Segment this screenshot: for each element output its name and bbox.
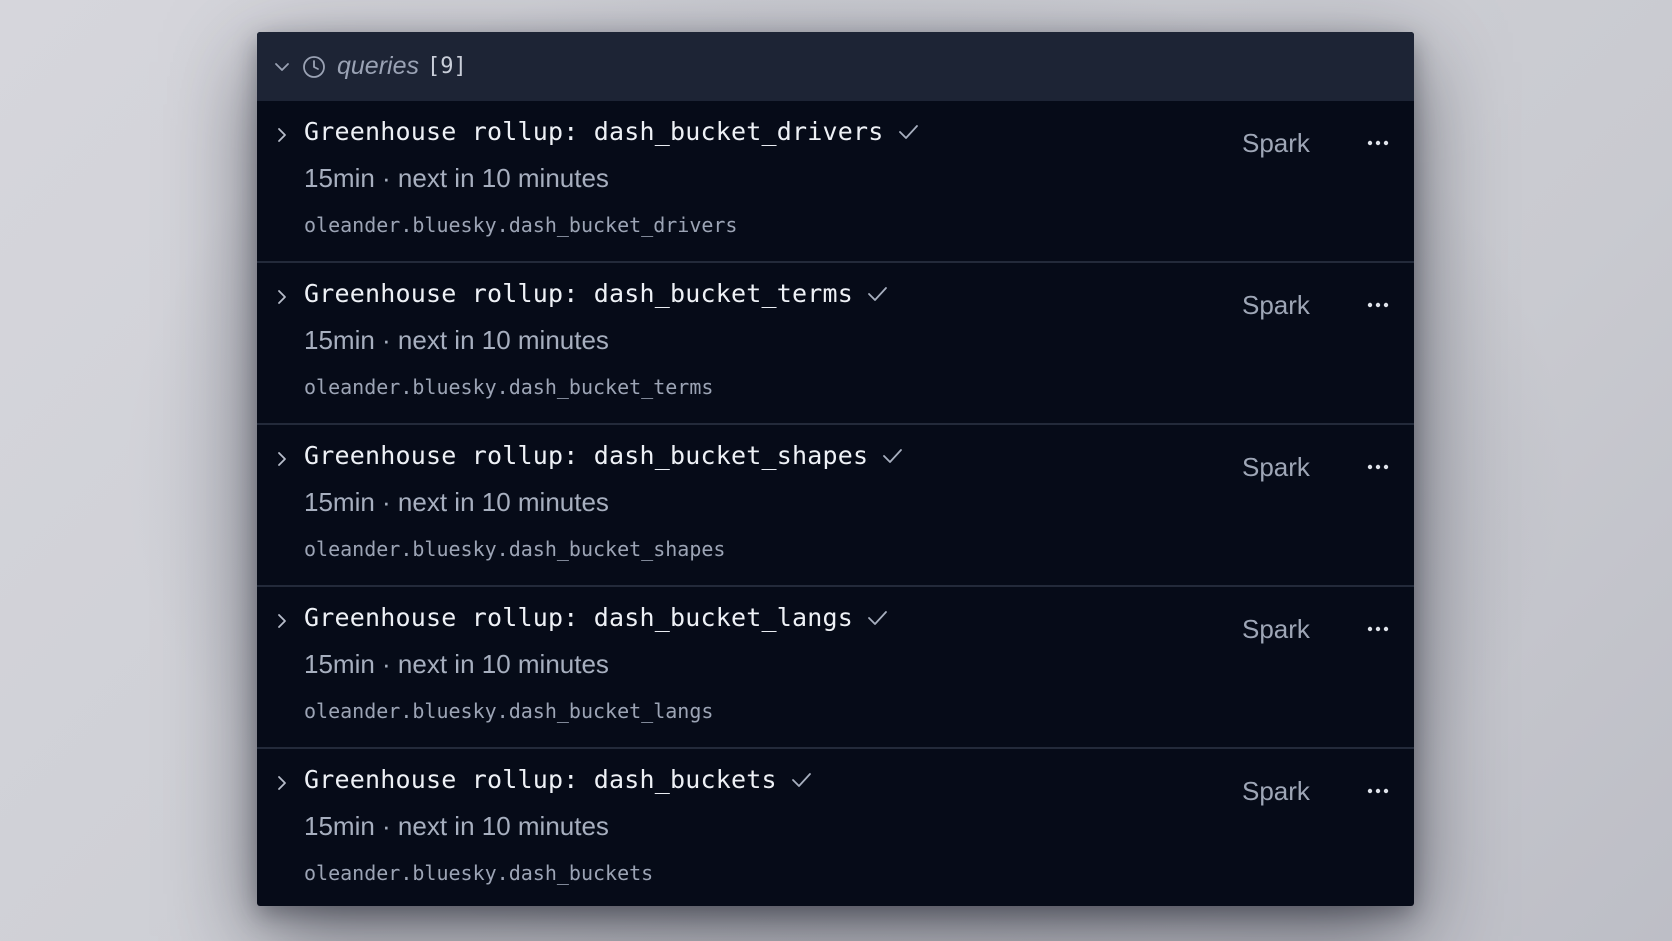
- query-title-line: Greenhouse rollup: dash_bucket_drivers: [304, 117, 920, 146]
- checkmark-icon: [880, 444, 904, 468]
- query-table-path: oleander.bluesky.dash_bucket_langs: [304, 699, 714, 723]
- query-count-badge: [9]: [427, 54, 467, 79]
- query-row[interactable]: Greenhouse rollup: dash_bucket_terms 15m…: [257, 263, 1414, 425]
- query-engine: Spark: [1242, 290, 1310, 320]
- query-table-path: oleander.bluesky.dash_buckets: [304, 861, 654, 885]
- queries-panel-header[interactable]: queries [9]: [257, 32, 1414, 101]
- panel-title: queries: [337, 52, 419, 80]
- query-title-line: Greenhouse rollup: dash_buckets: [304, 765, 813, 794]
- query-title[interactable]: Greenhouse rollup: dash_buckets: [304, 765, 777, 794]
- query-schedule: 15min · next in 10 minutes: [304, 649, 609, 679]
- chevron-right-icon[interactable]: [273, 126, 291, 144]
- checkmark-icon: [896, 120, 920, 144]
- more-options-icon[interactable]: [1363, 617, 1393, 641]
- query-row[interactable]: Greenhouse rollup: dash_buckets 15min · …: [257, 749, 1414, 906]
- query-engine: Spark: [1242, 776, 1310, 806]
- query-engine: Spark: [1242, 452, 1310, 482]
- more-options-icon[interactable]: [1363, 779, 1393, 803]
- query-engine: Spark: [1242, 128, 1310, 158]
- checkmark-icon: [865, 282, 889, 306]
- query-row[interactable]: Greenhouse rollup: dash_bucket_shapes 15…: [257, 425, 1414, 587]
- more-options-icon[interactable]: [1363, 455, 1393, 479]
- query-title[interactable]: Greenhouse rollup: dash_bucket_drivers: [304, 117, 884, 146]
- more-options-icon[interactable]: [1363, 131, 1393, 155]
- query-row[interactable]: Greenhouse rollup: dash_bucket_drivers 1…: [257, 101, 1414, 263]
- query-schedule: 15min · next in 10 minutes: [304, 163, 609, 193]
- query-table-path: oleander.bluesky.dash_bucket_terms: [304, 375, 714, 399]
- queries-panel: queries [9] Greenhouse rollup: dash_buck…: [257, 32, 1414, 906]
- query-title[interactable]: Greenhouse rollup: dash_bucket_terms: [304, 279, 853, 308]
- query-title[interactable]: Greenhouse rollup: dash_bucket_langs: [304, 603, 853, 632]
- query-schedule: 15min · next in 10 minutes: [304, 487, 609, 517]
- query-title[interactable]: Greenhouse rollup: dash_bucket_shapes: [304, 441, 868, 470]
- checkmark-icon: [865, 606, 889, 630]
- query-schedule: 15min · next in 10 minutes: [304, 325, 609, 355]
- query-list: Greenhouse rollup: dash_bucket_drivers 1…: [257, 101, 1414, 906]
- chevron-right-icon[interactable]: [273, 612, 291, 630]
- chevron-right-icon[interactable]: [273, 288, 291, 306]
- query-engine: Spark: [1242, 614, 1310, 644]
- more-options-icon[interactable]: [1363, 293, 1393, 317]
- query-title-line: Greenhouse rollup: dash_bucket_langs: [304, 603, 889, 632]
- query-row[interactable]: Greenhouse rollup: dash_bucket_langs 15m…: [257, 587, 1414, 749]
- chevron-right-icon[interactable]: [273, 774, 291, 792]
- chevron-down-icon[interactable]: [273, 58, 291, 76]
- query-title-line: Greenhouse rollup: dash_bucket_shapes: [304, 441, 904, 470]
- chevron-right-icon[interactable]: [273, 450, 291, 468]
- clock-icon: [301, 54, 327, 80]
- query-schedule: 15min · next in 10 minutes: [304, 811, 609, 841]
- checkmark-icon: [789, 768, 813, 792]
- query-title-line: Greenhouse rollup: dash_bucket_terms: [304, 279, 889, 308]
- query-table-path: oleander.bluesky.dash_bucket_shapes: [304, 537, 726, 561]
- query-table-path: oleander.bluesky.dash_bucket_drivers: [304, 213, 738, 237]
